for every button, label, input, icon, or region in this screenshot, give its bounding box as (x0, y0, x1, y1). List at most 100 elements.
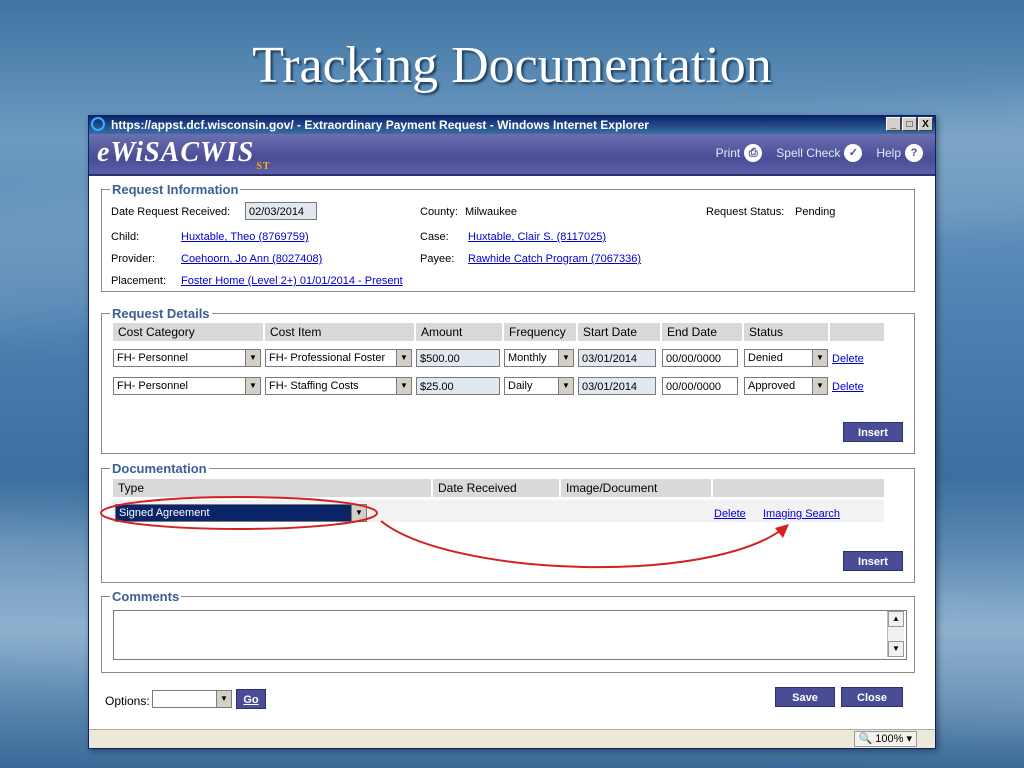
date-received-label: Date Request Received: (111, 206, 231, 218)
cost-item-value: FH- Staffing Costs (269, 380, 359, 392)
help-icon: ? (905, 144, 923, 162)
close-window-button[interactable]: X (918, 117, 933, 131)
zoom-control[interactable]: 🔍 100% ▾ (853, 731, 917, 747)
delete-document-link[interactable]: Delete (714, 508, 746, 520)
scroll-down-icon[interactable]: ▼ (888, 641, 904, 657)
col-image-document: Image/Document (561, 479, 711, 497)
logo-text: eWiSACWIS (97, 137, 255, 168)
print-label: Print (715, 146, 741, 160)
cost-category-value: FH- Personnel (117, 380, 188, 392)
window-titlebar: https://appst.dcf.wisconsin.gov/ - Extra… (89, 116, 935, 134)
date-received-field[interactable]: 02/03/2014 (245, 202, 317, 220)
internet-explorer-icon (91, 117, 105, 131)
amount-field[interactable]: $25.00 (416, 377, 500, 395)
documentation-legend: Documentation (112, 461, 207, 476)
start-date-field[interactable]: 03/01/2014 (578, 349, 656, 367)
cost-item-select[interactable]: FH- Professional Foster ▼ (265, 349, 412, 367)
spell-check-button[interactable]: Spell Check ✓ (776, 144, 863, 162)
chevron-down-icon: ▼ (351, 505, 366, 521)
chevron-down-icon: ▼ (558, 378, 573, 394)
status-value: Approved (748, 380, 796, 392)
delete-link[interactable]: Delete (832, 381, 864, 393)
col-cost-item: Cost Item (265, 323, 414, 341)
payee-link[interactable]: Rawhide Catch Program (7067336) (468, 253, 641, 265)
document-type-value: Signed Agreement (119, 507, 210, 519)
provider-link[interactable]: Coehoorn, Jo Ann (8027408) (181, 253, 322, 265)
col-end-date: End Date (662, 323, 742, 341)
close-button[interactable]: Close (841, 687, 903, 707)
logo-suffix: ST (256, 161, 271, 172)
request-information-legend: Request Information (112, 182, 239, 197)
comments-legend: Comments (112, 589, 180, 604)
case-link[interactable]: Huxtable, Clair S. (8117025) (468, 231, 606, 243)
document-type-select[interactable]: Signed Agreement ▼ (115, 504, 367, 522)
status-select[interactable]: Denied ▼ (744, 349, 828, 367)
col-cost-category: Cost Category (113, 323, 263, 341)
status-select[interactable]: Approved ▼ (744, 377, 828, 395)
end-date-field[interactable]: 00/00/0000 (662, 349, 738, 367)
county-value: Milwaukee (465, 206, 517, 218)
col-start-date: Start Date (578, 323, 660, 341)
help-label: Help (876, 146, 901, 160)
col-frequency: Frequency (504, 323, 576, 341)
col-amount: Amount (416, 323, 502, 341)
col-date-received: Date Received (433, 479, 559, 497)
payee-label: Payee: (420, 253, 455, 265)
maximize-button[interactable]: □ (902, 117, 917, 131)
imaging-search-link[interactable]: Imaging Search (763, 508, 840, 520)
options-select[interactable]: ▼ (152, 690, 232, 708)
printer-icon: ⎙ (744, 144, 763, 162)
chevron-down-icon: ▼ (396, 350, 411, 366)
frequency-select[interactable]: Daily ▼ (504, 377, 574, 395)
status-bar: 🔍 100% ▾ (89, 729, 935, 748)
delete-link[interactable]: Delete (832, 353, 864, 365)
chevron-down-icon: ▼ (245, 378, 260, 394)
chevron-down-icon: ▼ (812, 378, 827, 394)
cost-category-value: FH- Personnel (117, 352, 188, 364)
insert-document-button[interactable]: Insert (843, 551, 903, 571)
cost-item-value: FH- Professional Foster (269, 352, 386, 364)
comments-textarea[interactable] (113, 610, 907, 660)
page-content: Request Information Date Request Receive… (89, 176, 935, 730)
spell-check-label: Spell Check (776, 146, 841, 160)
placement-label: Placement: (111, 275, 167, 287)
col-doc-actions (713, 479, 884, 497)
frequency-value: Monthly (508, 352, 547, 364)
amount-field[interactable]: $500.00 (416, 349, 500, 367)
scroll-up-icon[interactable]: ▲ (888, 611, 904, 627)
comments-scrollbar[interactable]: ▲ ▼ (887, 611, 904, 657)
app-logo: eWiSACWIS ST (97, 137, 271, 172)
chevron-down-icon: ▼ (245, 350, 260, 366)
print-button[interactable]: Print ⎙ (716, 144, 763, 162)
help-button[interactable]: Help? (876, 144, 923, 162)
cost-category-select[interactable]: FH- Personnel ▼ (113, 349, 261, 367)
request-status-value: Pending (795, 206, 836, 218)
case-label: Case: (420, 231, 449, 243)
zoom-value: 100% (875, 733, 904, 745)
spell-check-icon: ✓ (844, 144, 863, 162)
end-date-field[interactable]: 00/00/0000 (662, 377, 738, 395)
chevron-down-icon: ▼ (216, 691, 231, 707)
status-value: Denied (748, 352, 783, 364)
minimize-button[interactable]: _ (886, 117, 901, 131)
cost-category-select[interactable]: FH- Personnel ▼ (113, 377, 261, 395)
browser-window: https://appst.dcf.wisconsin.gov/ - Extra… (88, 115, 936, 749)
save-button[interactable]: Save (775, 687, 835, 707)
app-header: eWiSACWIS ST Print ⎙ Spell Check ✓ Help? (89, 134, 935, 176)
options-label: Options: (105, 694, 150, 708)
frequency-select[interactable]: Monthly ▼ (504, 349, 574, 367)
request-status-label: Request Status: (706, 206, 785, 218)
go-button[interactable]: Go (236, 689, 266, 709)
col-status: Status (744, 323, 828, 341)
county-label: County: (420, 206, 458, 218)
cost-item-select[interactable]: FH- Staffing Costs ▼ (265, 377, 412, 395)
start-date-field[interactable]: 03/01/2014 (578, 377, 656, 395)
chevron-down-icon: ▼ (812, 350, 827, 366)
frequency-value: Daily (508, 380, 533, 392)
placement-link[interactable]: Foster Home (Level 2+) 01/01/2014 - Pres… (181, 275, 403, 287)
chevron-down-icon: ▼ (396, 378, 411, 394)
insert-detail-button[interactable]: Insert (843, 422, 903, 442)
provider-label: Provider: (111, 253, 156, 265)
col-actions (830, 323, 884, 341)
child-link[interactable]: Huxtable, Theo (8769759) (181, 231, 309, 243)
